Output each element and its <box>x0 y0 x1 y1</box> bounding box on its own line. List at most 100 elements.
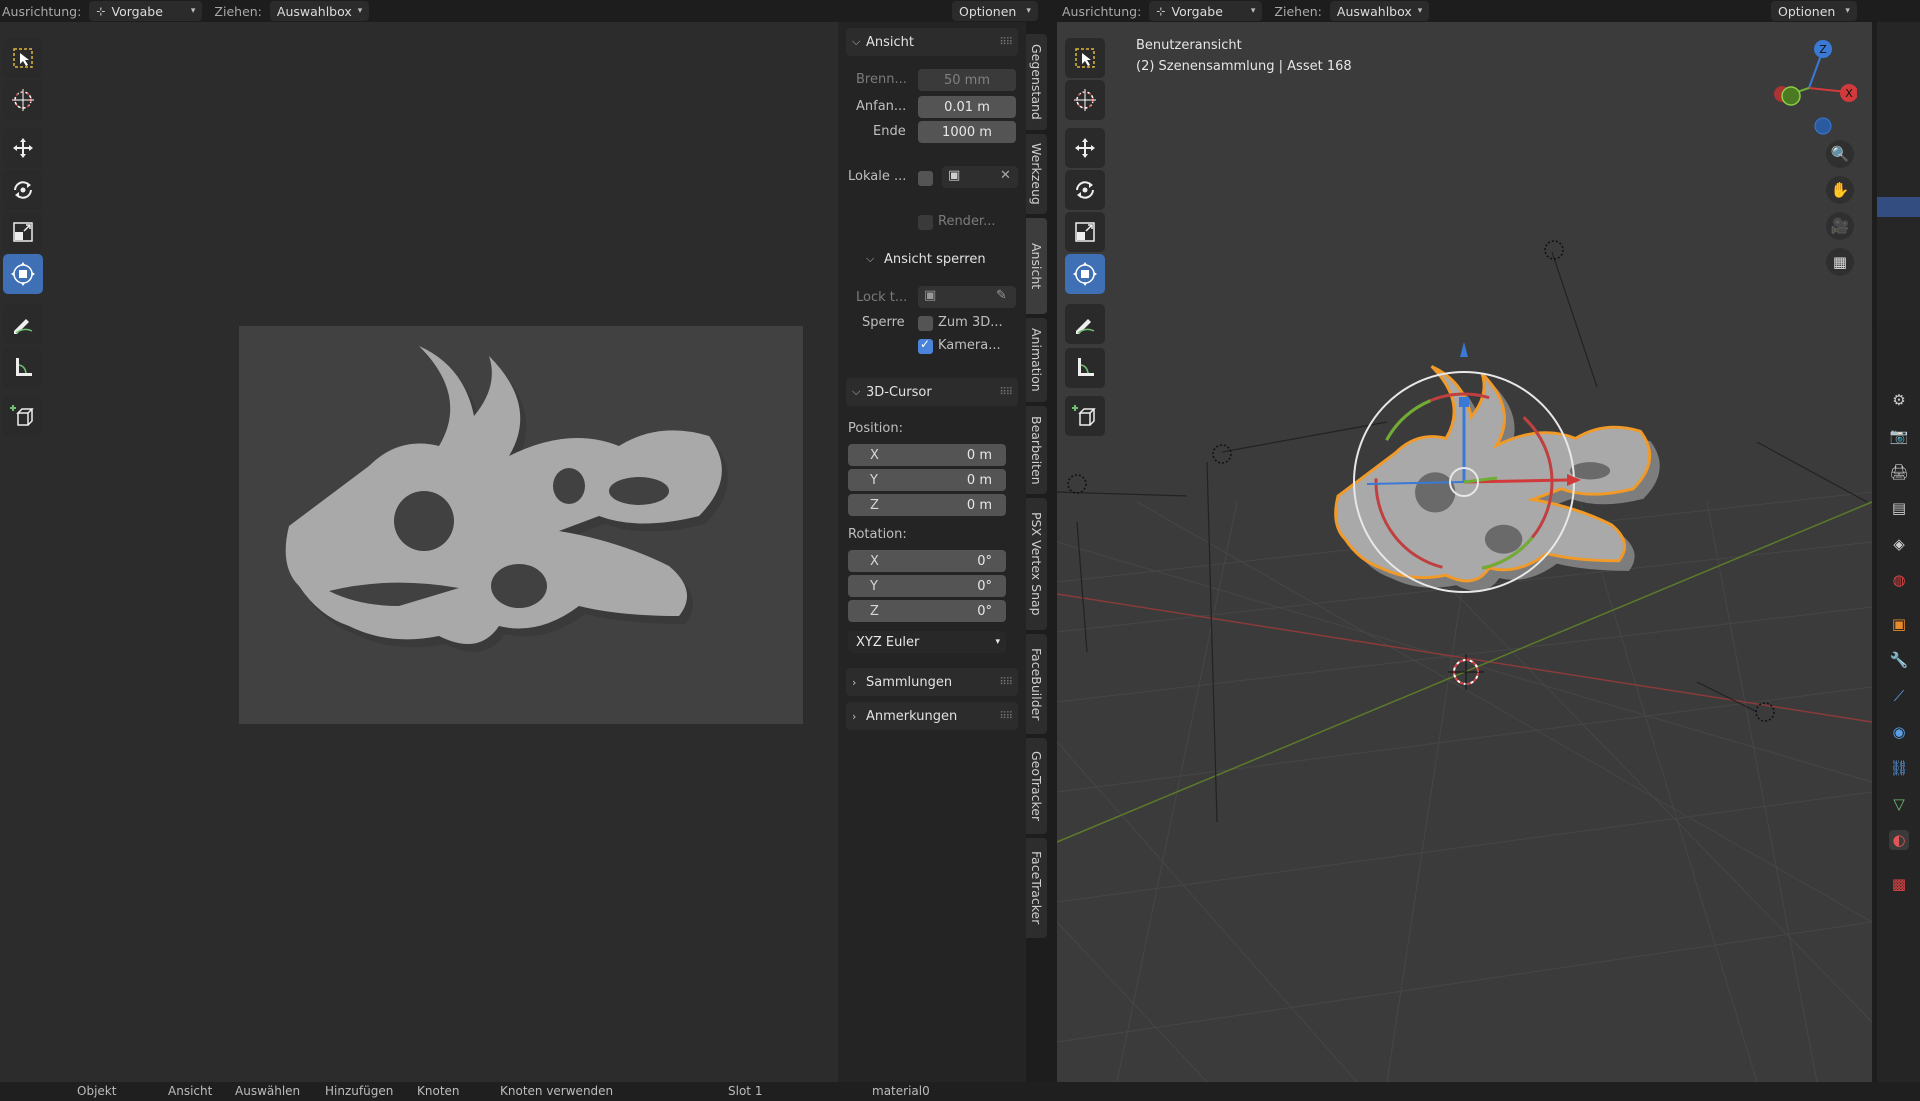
navigation-gizmo[interactable]: Z X <box>1767 36 1857 136</box>
local-camera-checkbox[interactable] <box>918 171 933 186</box>
menu-select[interactable]: Auswählen <box>235 1084 300 1098</box>
drag-grip-icon[interactable]: ⠿⠿ <box>999 387 1013 398</box>
cursor-position-z-field[interactable]: Z 0 m <box>848 494 1006 516</box>
orientation-dropdown[interactable]: ⊹ Vorgabe ▾ <box>1149 1 1263 21</box>
drag-grip-icon[interactable]: ⠿⠿ <box>999 677 1013 688</box>
data-properties-icon[interactable]: ▽ <box>1889 794 1909 814</box>
annotations-panel-header[interactable]: › Anmerkungen ⠿⠿ <box>846 702 1018 730</box>
output-properties-icon[interactable]: 🖨 <box>1889 462 1909 482</box>
tab-animation[interactable]: Animation <box>1026 318 1047 402</box>
focal-length-field[interactable]: 50 mm <box>918 69 1016 91</box>
view-lock-subpanel-title[interactable]: Ansicht sperren <box>884 252 986 267</box>
render-region-checkbox[interactable] <box>918 215 933 230</box>
cursor-position-y-field[interactable]: Y 0 m <box>848 469 1006 491</box>
object-properties-icon[interactable]: ▣ <box>1889 614 1909 634</box>
sidebar-tabs: Gegenstand Werkzeug Ansicht Animation Be… <box>1026 22 1047 1082</box>
drag-dropdown[interactable]: Auswahlbox ▾ <box>1329 1 1430 21</box>
drag-grip-icon[interactable]: ⠿⠿ <box>999 37 1013 48</box>
tab-psx-vertex-snap[interactable]: PSX Vertex Snap <box>1026 498 1047 630</box>
perspective-toggle-button[interactable]: ▦ <box>1826 248 1854 276</box>
tab-geotracker[interactable]: GeoTracker <box>1026 738 1047 834</box>
gizmo-z-negative[interactable] <box>1814 117 1832 135</box>
cursor-rotation-z-field[interactable]: Z 0° <box>848 600 1006 622</box>
modifier-properties-icon[interactable]: 🔧 <box>1889 650 1909 670</box>
cursor-tool[interactable] <box>3 80 43 120</box>
scale-tool[interactable] <box>3 212 43 252</box>
cursor-rotation-y-field[interactable]: Y 0° <box>848 575 1006 597</box>
rotation-mode-dropdown[interactable]: XYZ Euler ▾ <box>848 631 1006 653</box>
camera-view-button[interactable]: 🎥 <box>1826 212 1854 240</box>
axis-x-key: X <box>870 447 879 463</box>
gizmo-y-positive[interactable] <box>1781 86 1801 106</box>
physics-properties-icon[interactable]: ◉ <box>1889 722 1909 742</box>
rotate-tool[interactable] <box>1065 170 1105 210</box>
scale-tool[interactable] <box>1065 212 1105 252</box>
world-properties-icon[interactable]: ◍ <box>1889 570 1909 590</box>
tab-edit[interactable]: Bearbeiten <box>1026 406 1047 494</box>
view-layer-icon[interactable]: ▤ <box>1889 498 1909 518</box>
options-dropdown[interactable]: Optionen ▾ <box>1771 1 1857 21</box>
view-panel-header[interactable]: ⌵ Ansicht ⠿⠿ <box>846 28 1018 56</box>
orientation-dropdown[interactable]: ⊹ Vorgabe ▾ <box>89 1 203 21</box>
move-tool[interactable] <box>1065 128 1105 168</box>
measure-tool[interactable] <box>3 348 43 388</box>
options-dropdown[interactable]: Optionen ▾ <box>952 1 1038 21</box>
tab-facebuilder[interactable]: FaceBuilder <box>1026 634 1047 734</box>
select-box-tool[interactable] <box>1065 38 1105 78</box>
clip-start-field[interactable]: 0.01 m <box>918 96 1016 118</box>
camera-picker-field[interactable]: ▣ ✕ <box>942 166 1018 188</box>
lock-to-object-field[interactable]: ▣ ✎ <box>918 286 1016 308</box>
slot-selector[interactable]: Slot 1 <box>728 1084 762 1098</box>
material-selector[interactable]: material0 <box>872 1084 930 1098</box>
object-icon: ▣ <box>924 288 937 303</box>
add-cube-tool[interactable] <box>1065 396 1105 436</box>
cursor-icon <box>1074 89 1096 111</box>
annotate-tool[interactable] <box>3 304 43 344</box>
orientation-value: Vorgabe <box>1171 3 1223 19</box>
annotate-tool[interactable] <box>1065 304 1105 344</box>
tab-object[interactable]: Gegenstand <box>1026 34 1047 130</box>
measure-tool[interactable] <box>1065 348 1105 388</box>
select-box-tool[interactable] <box>3 38 43 78</box>
mode-selector[interactable]: Objekt <box>77 1084 116 1098</box>
menu-node[interactable]: Knoten <box>417 1084 460 1098</box>
scene-properties-icon[interactable]: ◈ <box>1889 534 1909 554</box>
transform-tool[interactable] <box>3 254 43 294</box>
cursor-position-x-field[interactable]: X 0 m <box>848 444 1006 466</box>
tab-facetracker[interactable]: FaceTracker <box>1026 838 1047 938</box>
cursor-tool[interactable] <box>1065 80 1105 120</box>
tab-tool[interactable]: Werkzeug <box>1026 134 1047 214</box>
cursor-panel-header[interactable]: ⌵ 3D-Cursor ⠿⠿ <box>846 378 1018 406</box>
outliner-selected-row[interactable] <box>1877 197 1920 217</box>
lock-camera-checkbox[interactable] <box>918 337 933 354</box>
annotations-panel-title: Anmerkungen <box>866 708 958 724</box>
close-icon[interactable]: ✕ <box>1000 168 1011 183</box>
transform-tool[interactable] <box>1065 254 1105 294</box>
menu-view[interactable]: Ansicht <box>168 1084 212 1098</box>
particles-properties-icon[interactable]: ⟋ <box>1889 686 1909 706</box>
texture-properties-icon[interactable]: ▩ <box>1889 874 1909 894</box>
pan-hand-button[interactable]: ✋ <box>1826 176 1854 204</box>
menu-add[interactable]: Hinzufügen <box>325 1084 393 1098</box>
lock-to-3d-cursor-checkbox[interactable] <box>918 316 933 331</box>
render-properties-icon[interactable]: 📷 <box>1889 426 1909 446</box>
3d-viewport[interactable]: Benutzeransicht (2) Szenensammlung | Ass… <box>1057 22 1872 1082</box>
select-box-icon <box>13 48 33 68</box>
move-tool[interactable] <box>3 128 43 168</box>
drag-grip-icon[interactable]: ⠿⠿ <box>999 711 1013 722</box>
cursor-position-z-value: 0 m <box>966 497 992 513</box>
eyedropper-icon[interactable]: ✎ <box>996 288 1007 303</box>
add-cube-tool[interactable] <box>3 396 43 436</box>
cursor-rotation-x-field[interactable]: X 0° <box>848 550 1006 572</box>
rotate-tool[interactable] <box>3 170 43 210</box>
zoom-button[interactable]: 🔍 <box>1826 140 1854 168</box>
drag-dropdown[interactable]: Auswahlbox ▾ <box>269 1 370 21</box>
tool-settings-icon[interactable]: ⚙ <box>1889 390 1909 410</box>
clip-end-field[interactable]: 1000 m <box>918 121 1016 143</box>
tab-view[interactable]: Ansicht <box>1026 218 1047 314</box>
chevron-down-icon[interactable]: ⌵ <box>866 252 874 266</box>
use-nodes-toggle[interactable]: Knoten verwenden <box>500 1084 613 1098</box>
collections-panel-header[interactable]: › Sammlungen ⠿⠿ <box>846 668 1018 696</box>
constraints-properties-icon[interactable]: ⛓ <box>1889 758 1909 778</box>
material-properties-icon[interactable]: ◐ <box>1889 830 1909 850</box>
